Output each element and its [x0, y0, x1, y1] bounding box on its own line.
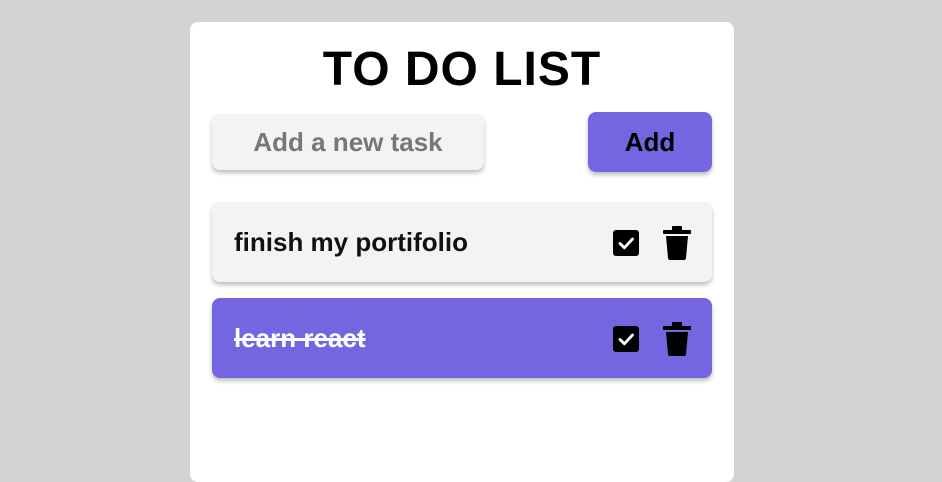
todo-item-text: learn react	[234, 323, 366, 353]
trash-icon[interactable]	[663, 226, 691, 260]
page-title: TO DO LIST	[322, 43, 602, 96]
checkbox-checked-icon[interactable]	[612, 325, 640, 353]
trash-icon[interactable]	[663, 322, 691, 356]
checkbox-checked-icon[interactable]	[612, 229, 640, 257]
add-button[interactable]: Add	[588, 112, 712, 172]
new-task-input[interactable]	[212, 114, 484, 170]
todo-item-text: finish my portifolio	[234, 227, 468, 257]
todo-item: finish my portifolio	[212, 202, 712, 282]
todo-item: learn react	[212, 298, 712, 378]
todo-card: TO DO LIST Add finish my portifolio lear…	[190, 22, 734, 482]
